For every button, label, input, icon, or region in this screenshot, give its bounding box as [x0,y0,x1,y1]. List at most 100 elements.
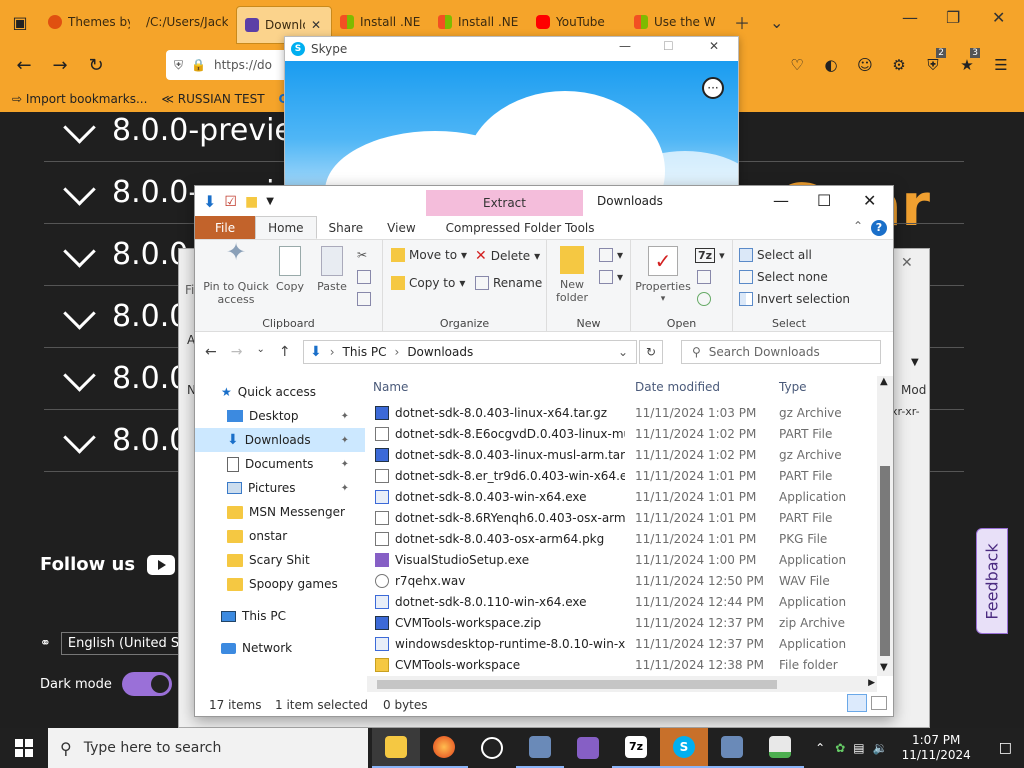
visual-studio-app[interactable] [564,728,612,768]
column-header-type[interactable]: Type [779,380,807,394]
tab-share[interactable]: Share [317,216,376,239]
table-row[interactable]: windowsdesktop-runtime-8.0.10-win-x6... 1… [367,633,877,654]
pocket-icon[interactable]: ♡ [782,56,812,74]
more-options-icon[interactable]: ··· [702,77,724,99]
dropdown-icon[interactable]: ▼ [911,357,919,368]
seven-zip-app[interactable]: 7z [612,728,660,768]
collapse-ribbon-icon[interactable]: ⌃ [853,219,863,233]
new-item-icon[interactable]: ▾ [599,248,623,262]
forward-icon[interactable]: → [42,55,78,76]
seven-zip-button[interactable]: 7z ▾ [695,248,725,263]
table-row[interactable]: CVMTools-workspace.zip 11/11/2024 12:37 P… [367,612,877,633]
address-bar[interactable]: ⬇ › This PC › Downloads ⌄ [303,340,637,364]
back-icon[interactable]: ← [205,344,217,360]
vertical-scrollbar[interactable]: ▲ ▼ [877,376,893,676]
invert-selection-button[interactable]: Invert selection [739,292,850,306]
skype-app[interactable]: S [660,728,708,768]
taskbar-search[interactable]: ⚲ Type here to search [48,728,368,768]
language-select[interactable]: English (United Stat [60,632,181,655]
table-row[interactable]: dotnet-sdk-8.0.110-win-x64.exe 11/11/2024… [367,591,877,612]
new-folder-icon[interactable]: ■ [245,194,258,210]
firefox-app[interactable] [420,728,468,768]
ublock-icon[interactable]: ⛨ 2 [918,48,948,74]
notifications-icon[interactable]: □ [987,740,1024,756]
table-row[interactable]: dotnet-sdk-8.0.403-osx-arm64.pkg 11/11/20… [367,528,877,549]
nav-desktop[interactable]: Desktop ✦ [195,404,365,428]
extension-icon[interactable]: ★ 3 [952,48,982,74]
network-icon[interactable]: ▤ [849,741,868,755]
breadcrumb-downloads[interactable]: Downloads [407,345,473,359]
nav-downloads[interactable]: ⬇ Downloads ✦ [195,428,365,452]
scroll-down-icon[interactable]: ▼ [880,662,888,673]
table-row[interactable]: r7qehx.wav 11/11/2024 12:50 PM WAV File [367,570,877,591]
nav-this-pc[interactable]: This PC [195,604,365,628]
tray-app-icon[interactable]: ✿ [831,741,849,755]
history-icon[interactable] [697,292,711,306]
nav-documents[interactable]: Documents ✦ [195,452,365,476]
app-installer-2[interactable] [708,728,756,768]
extensions-icon[interactable]: ⚙ [884,56,914,74]
copy-path-icon[interactable] [357,270,371,284]
large-icons-view-icon[interactable] [871,696,887,710]
table-row[interactable]: CVMTools-workspace 11/11/2024 12:38 PM Fil… [367,654,877,675]
start-button[interactable] [0,728,48,768]
table-row[interactable]: dotnet-sdk-8.0.403-linux-x64.tar.gz 11/11… [367,402,877,423]
reload-icon[interactable]: ↻ [78,55,114,76]
maximize-icon[interactable]: ☐ [817,191,831,210]
restore-icon[interactable]: ☐ [663,39,674,53]
edit-icon[interactable] [697,270,711,284]
details-view-icon[interactable] [847,694,867,712]
table-row[interactable]: dotnet-sdk-8.0.403-linux-musl-arm.tar.gz… [367,444,877,465]
app-installer[interactable] [516,728,564,768]
nav-onstar[interactable]: onstar [195,524,365,548]
nav-pictures[interactable]: Pictures ✦ [195,476,365,500]
delete-button[interactable]: ✕ Delete ▾ [475,248,540,264]
volume-icon[interactable]: 🔉 [869,741,892,755]
chevron-down-icon[interactable]: ⌄ [760,13,793,32]
restore-icon[interactable]: ❐ [946,8,960,27]
browser-tab-5[interactable]: Install .NE [430,5,528,39]
forward-icon[interactable]: → [231,344,243,360]
feedback-button[interactable]: Feedback [976,528,1008,634]
nav-network[interactable]: Network [195,636,365,660]
select-none-button[interactable]: Select none [739,270,828,284]
tab-compressed-folder-tools[interactable]: Compressed Folder Tools [428,216,607,239]
close-icon[interactable]: ✕ [709,39,719,53]
cut-icon[interactable]: ✂ [357,248,367,262]
account-icon[interactable]: ☺ [850,56,880,74]
close-icon[interactable]: ✕ [901,255,913,271]
browser-tab-2[interactable]: /C:/Users/Jack [138,5,236,39]
browser-tab-4[interactable]: Install .NE [332,5,430,39]
contrast-icon[interactable]: ◐ [816,56,846,74]
table-row[interactable]: dotnet-sdk-8.0.403-win-x64.exe 11/11/2024… [367,486,877,507]
file-explorer-app[interactable] [372,728,420,768]
minimize-icon[interactable]: — [619,39,631,53]
tab-view[interactable]: View [375,216,427,239]
easy-access-icon[interactable]: ▾ [599,270,623,284]
copy-to-button[interactable]: Copy to ▾ [391,276,465,290]
rename-button[interactable]: Rename [475,276,542,290]
search-input[interactable]: ⚲ Search Downloads [681,340,881,364]
scroll-thumb[interactable] [880,466,890,656]
clock[interactable]: 1:07 PM 11/11/2024 [902,733,971,763]
browser-tab-7[interactable]: Use the W [626,5,724,39]
browser-tab-1[interactable]: Themes by [40,5,138,39]
scroll-thumb[interactable] [377,680,777,689]
move-to-button[interactable]: Move to ▾ [391,248,467,262]
minimize-icon[interactable]: — [902,8,918,27]
recent-locations-icon[interactable]: ⌄ [256,344,264,360]
scroll-up-icon[interactable]: ▲ [880,376,888,387]
nav-scary-shit[interactable]: Scary Shit [195,548,365,572]
column-header-name[interactable]: Name [373,380,408,394]
tab-list-icon[interactable]: ▣ [0,13,40,32]
table-row[interactable]: dotnet-sdk-8.er_tr9d6.0.403-win-x64.exe.… [367,465,877,486]
close-window-icon[interactable]: ✕ [992,8,1005,27]
paste-shortcut-icon[interactable] [357,292,371,306]
properties-button[interactable]: ✓ Properties ▾ [635,246,691,306]
customize-icon[interactable]: ▼ [266,196,274,207]
up-icon[interactable]: ↑ [279,344,291,360]
dark-mode-toggle[interactable] [121,672,172,696]
new-tab-icon[interactable]: ＋ [724,10,760,34]
nav-spoopy-games[interactable]: Spoopy games [195,572,365,596]
nav-msn-messenger[interactable]: MSN Messenger [195,500,365,524]
